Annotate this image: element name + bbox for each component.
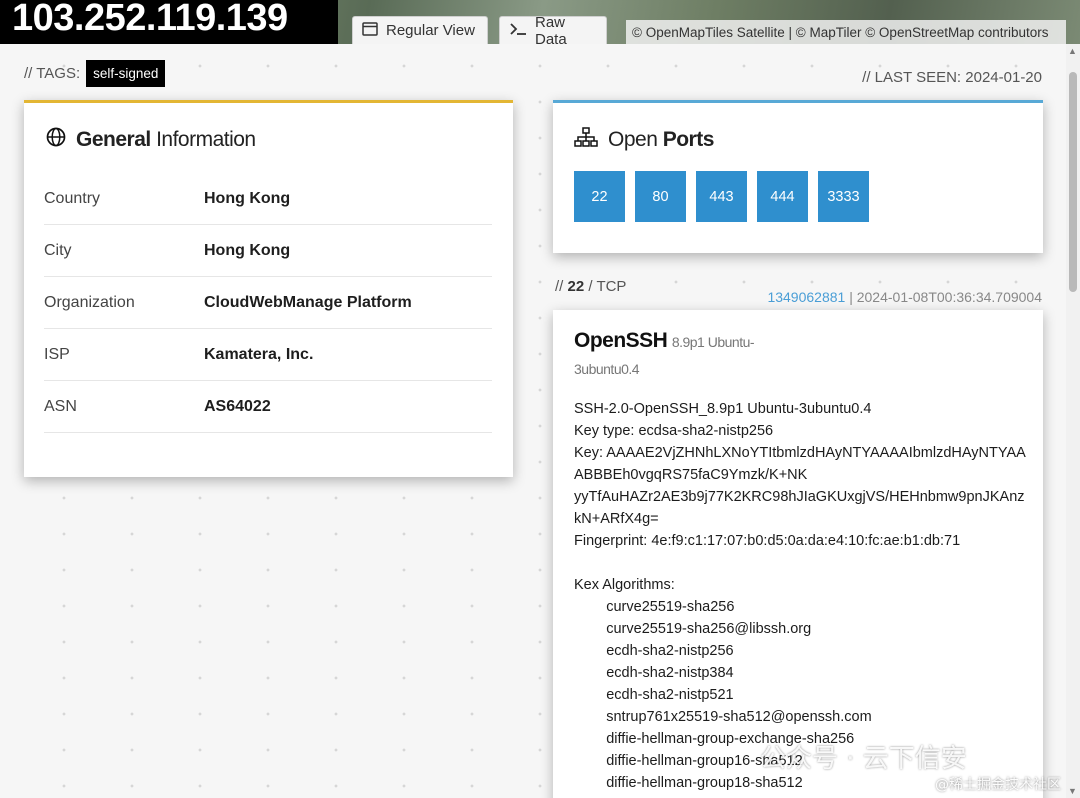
banner-line: sntrup761x25519-sha512@openssh.com	[574, 709, 872, 725]
banner-line: yyTfAuHAZr2AE3b9j77K2KRC98hJIaGKUxgjVS/H…	[574, 489, 1025, 527]
last-seen: // LAST SEEN: 2024-01-20	[862, 69, 1042, 86]
port-button-22[interactable]: 22	[574, 171, 625, 222]
tags-label: // TAGS:	[24, 65, 81, 82]
banner-line: Key: AAAAE2VjZHNhLXNoYTItbmlzdHAyNTYAAAA…	[574, 445, 1026, 483]
info-key: ASN	[44, 397, 77, 415]
tags-row: // TAGS: self-signed	[24, 60, 166, 87]
info-table: Country Hong Kong City Hong Kong Organiz…	[44, 173, 492, 433]
open-ports-heading: Open Ports	[574, 127, 714, 153]
port-button-444[interactable]: 444	[757, 171, 808, 222]
service-banner-card: OpenSSH 8.9p1 Ubuntu-3ubuntu0.4 SSH-2.0-…	[553, 310, 1043, 798]
scroll-down-arrow-icon[interactable]: ▼	[1068, 786, 1077, 796]
banner-line: curve25519-sha256@libssh.org	[574, 621, 812, 637]
regular-view-label: Regular View	[386, 22, 475, 39]
banner-line: SSH-2.0-OpenSSH_8.9p1 Ubuntu-3ubuntu0.4	[574, 401, 872, 417]
info-row-country: Country Hong Kong	[44, 173, 492, 225]
general-information-heading: General Information	[46, 127, 256, 153]
info-value[interactable]: AS64022	[204, 398, 271, 416]
map-attribution: © OpenMapTiles Satellite | © MapTiler © …	[626, 20, 1066, 44]
service-prefix: //	[555, 278, 564, 295]
scroll-up-arrow-icon[interactable]: ▲	[1068, 46, 1077, 56]
tag-badge[interactable]: self-signed	[86, 60, 166, 87]
general-information-card: General Information Country Hong Kong Ci…	[24, 100, 513, 477]
ports-title-rest: Open	[608, 128, 658, 151]
info-value: CloudWebManage Platform	[204, 293, 412, 311]
service-hash-link[interactable]: 1349062881	[767, 289, 845, 305]
globe-icon	[46, 127, 66, 153]
regular-view-button[interactable]: Regular View	[352, 16, 488, 44]
info-key: Organization	[44, 293, 135, 311]
terminal-icon	[509, 22, 527, 40]
banner-line: ecdh-sha2-nistp521	[574, 687, 734, 703]
general-title-bold: General	[76, 128, 151, 151]
port-button-3333[interactable]: 3333	[818, 171, 869, 222]
info-key: ISP	[44, 345, 70, 363]
banner-line: Key type: ecdsa-sha2-nistp256	[574, 423, 774, 439]
port-button-80[interactable]: 80	[635, 171, 686, 222]
info-row-isp: ISP Kamatera, Inc.	[44, 329, 492, 381]
service-banner-text: SSH-2.0-OpenSSH_8.9p1 Ubuntu-3ubuntu0.4 K…	[574, 398, 1030, 794]
service-timestamp: | 2024-01-08T00:36:34.709004	[849, 289, 1042, 305]
banner-line: curve25519-sha256	[574, 599, 735, 615]
info-value: Hong Kong	[204, 189, 291, 207]
open-ports-card: Open Ports 22 80 443 444 3333	[553, 100, 1043, 253]
service-port: 22	[567, 278, 585, 295]
raw-data-button[interactable]: Raw Data	[499, 14, 607, 48]
network-icon	[574, 127, 598, 153]
banner-line: ecdh-sha2-nistp256	[574, 643, 734, 659]
info-row-asn: ASN AS64022	[44, 381, 492, 433]
info-key: City	[44, 241, 72, 259]
banner-line: Fingerprint: 4e:f9:c1:17:07:b0:d5:0a:da:…	[574, 533, 961, 549]
info-row-organization: Organization CloudWebManage Platform	[44, 277, 492, 329]
info-value: Hong Kong	[204, 241, 291, 259]
service-product: OpenSSH	[574, 329, 668, 352]
service-meta: 1349062881 | 2024-01-08T00:36:34.709004	[767, 289, 1042, 305]
map-banner: 103.252.119.139 Regular View Raw Data © …	[0, 0, 1080, 48]
ports-list: 22 80 443 444 3333	[574, 171, 869, 222]
ports-title-bold: Ports	[662, 128, 715, 151]
raw-data-label: Raw Data	[535, 13, 567, 48]
general-title-rest: Information	[156, 128, 256, 151]
watermark-subtext: @稀土掘金技术社区	[935, 777, 1061, 793]
info-key: Country	[44, 189, 101, 207]
watermark-text: 公众号 · 云下信安	[760, 744, 967, 774]
service-transport: / TCP	[588, 278, 627, 295]
info-row-city: City Hong Kong	[44, 225, 492, 277]
banner-line: Kex Algorithms:	[574, 577, 675, 593]
port-button-443[interactable]: 443	[696, 171, 747, 222]
page-scrollbar[interactable]: ▲ ▼	[1066, 44, 1080, 798]
service-title: OpenSSH 8.9p1 Ubuntu-3ubuntu0.4	[574, 328, 784, 383]
scroll-thumb[interactable]	[1069, 72, 1077, 292]
service-port-header: // 22 / TCP	[555, 278, 626, 295]
banner-line	[574, 552, 1030, 574]
banner-line: ecdh-sha2-nistp384	[574, 665, 734, 681]
window-icon	[362, 21, 378, 40]
ip-address-title: 103.252.119.139	[0, 0, 338, 44]
info-value: Kamatera, Inc.	[204, 345, 314, 363]
